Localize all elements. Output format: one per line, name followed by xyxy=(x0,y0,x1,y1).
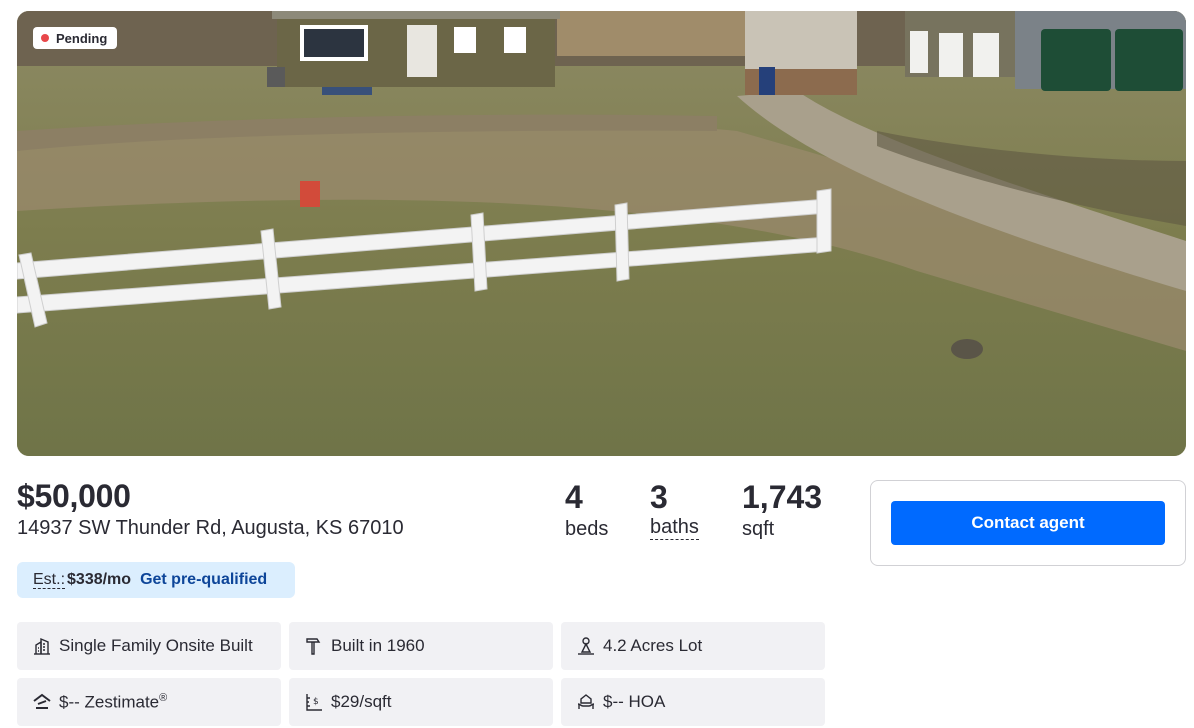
fact-lot-size: 4.2 Acres Lot xyxy=(561,622,825,670)
fact-home-type: Single Family Onsite Built xyxy=(17,622,281,670)
listing-price: $50,000 xyxy=(17,478,131,514)
fact-lot-size-text: 4.2 Acres Lot xyxy=(603,636,703,655)
status-dot-icon xyxy=(41,34,49,42)
fact-zestimate[interactable]: $-- Zestimate® xyxy=(17,678,281,726)
sqft-label: sqft xyxy=(742,518,775,540)
estimate-amount: $338/mo xyxy=(67,571,132,588)
sqft-stat: 1,743 sqft xyxy=(742,478,822,542)
hoa-icon xyxy=(575,691,597,713)
baths-value: 3 xyxy=(650,479,668,515)
estimated-payment: Est.: $338/mo Get pre-qualified xyxy=(17,562,295,598)
fact-price-per-sqft-text: $29/sqft xyxy=(331,692,392,711)
lot-size-icon xyxy=(575,635,597,657)
estimate-label[interactable]: Est.: xyxy=(33,571,66,589)
baths-stat[interactable]: 3 baths xyxy=(650,478,699,540)
beds-value: 4 xyxy=(565,479,583,515)
get-prequalified-link[interactable]: Get pre-qualified xyxy=(140,571,267,589)
zestimate-icon xyxy=(31,691,53,713)
fact-year-built: Built in 1960 xyxy=(289,622,553,670)
listing-photo[interactable] xyxy=(17,11,1186,456)
fact-price-per-sqft: $ $29/sqft xyxy=(289,678,553,726)
svg-text:$: $ xyxy=(313,697,319,707)
contact-agent-button[interactable]: Contact agent xyxy=(891,501,1165,545)
status-label: Pending xyxy=(56,30,108,46)
sqft-value: 1,743 xyxy=(742,479,823,515)
price-per-sqft-icon: $ xyxy=(303,691,325,713)
property-image xyxy=(17,11,1186,456)
listing-address: 14937 SW Thunder Rd, Augusta, KS 67010 xyxy=(17,517,404,539)
fact-hoa: $-- HOA xyxy=(561,678,825,726)
building-icon xyxy=(31,635,53,657)
status-badge: Pending xyxy=(33,27,118,49)
contact-agent-card: Contact agent xyxy=(870,480,1186,566)
fact-hoa-text: $-- HOA xyxy=(603,692,666,711)
beds-stat: 4 beds xyxy=(565,478,608,542)
fact-year-built-text: Built in 1960 xyxy=(331,636,425,655)
hammer-icon xyxy=(303,635,325,657)
fact-zestimate-text: $-- Zestimate® xyxy=(59,691,168,712)
baths-label[interactable]: baths xyxy=(650,516,699,540)
beds-label: beds xyxy=(565,518,609,540)
fact-home-type-text: Single Family Onsite Built xyxy=(59,636,253,655)
